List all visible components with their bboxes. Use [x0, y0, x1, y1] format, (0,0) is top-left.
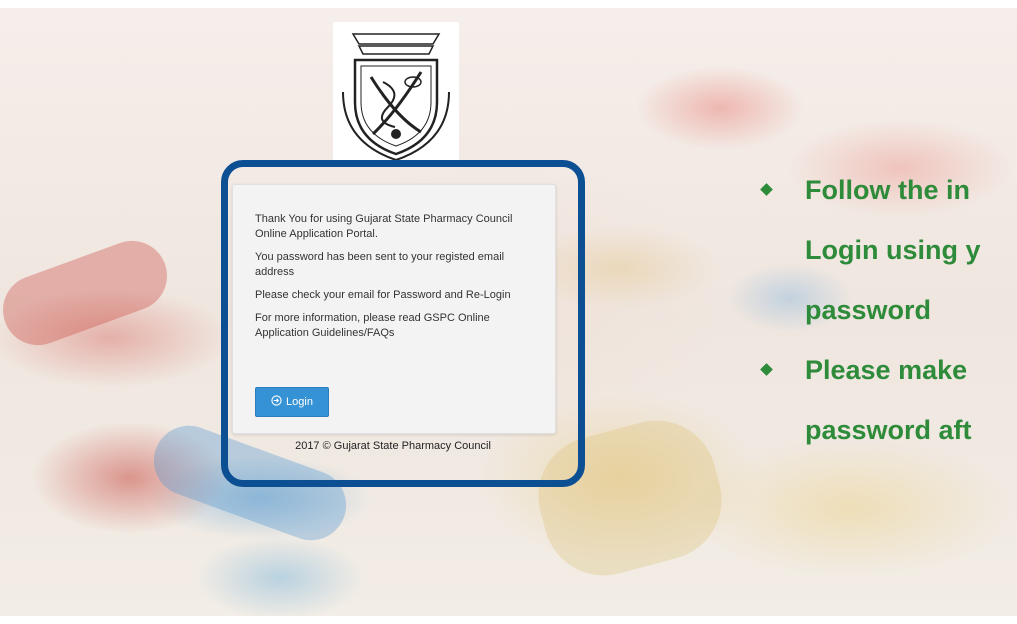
bullet-item: Follow the in — [760, 160, 1017, 220]
bullet-item: Please make — [760, 340, 1017, 400]
check-email-message: Please check your email for Password and… — [255, 289, 511, 301]
gspc-logo — [333, 22, 459, 162]
diamond-bullet-icon — [760, 183, 773, 196]
bullet-text: Login using y — [805, 235, 981, 265]
login-button-label: Login — [286, 396, 313, 408]
bullet-text: password aft — [805, 415, 972, 445]
bullet-item-continuation: Login using y — [760, 220, 1017, 280]
password-sent-message: You password has been sent to your regis… — [255, 251, 505, 278]
copyright-footer: 2017 © Gujarat State Pharmacy Council — [295, 440, 491, 452]
bullet-text: Follow the in — [805, 175, 970, 205]
login-button[interactable]: Login — [255, 387, 329, 417]
message-body: Thank You for using Gujarat State Pharma… — [255, 212, 535, 349]
bullet-text: password — [805, 295, 932, 325]
instruction-bullets: Follow the in Login using y password Ple… — [760, 160, 1017, 460]
bullet-item-continuation: password — [760, 280, 1017, 340]
sign-in-icon — [271, 395, 282, 409]
message-panel: Thank You for using Gujarat State Pharma… — [232, 184, 556, 434]
capsule-decoration — [0, 231, 177, 355]
more-info-message: For more information, please read GSPC O… — [255, 312, 490, 339]
bullet-text: Please make — [805, 355, 968, 385]
bullet-item-continuation: password aft — [760, 400, 1017, 460]
thank-you-message: Thank You for using Gujarat State Pharma… — [255, 213, 513, 240]
diamond-bullet-icon — [760, 363, 773, 376]
